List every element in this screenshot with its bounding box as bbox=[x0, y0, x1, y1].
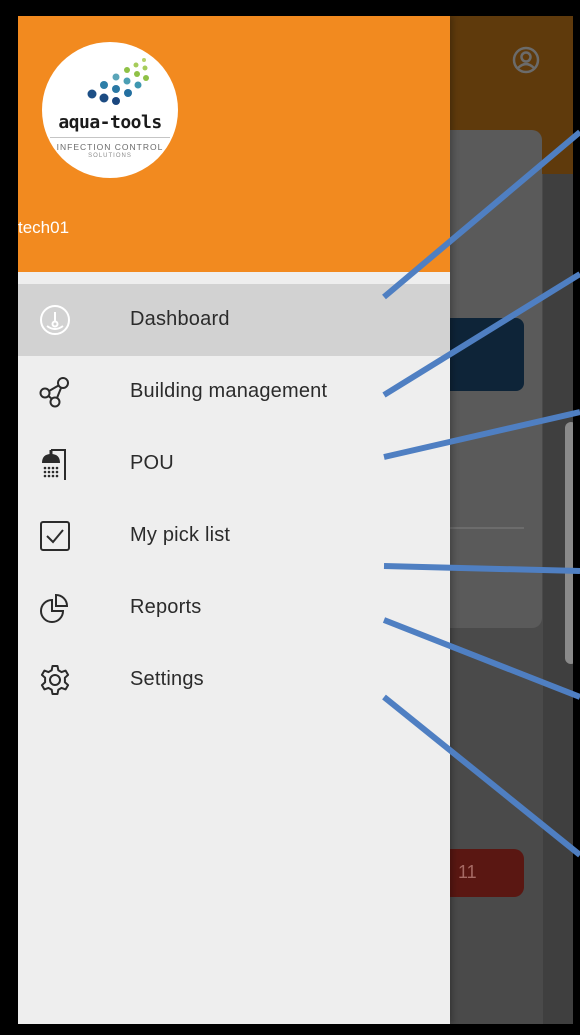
drawer-header: aqua-tools INFECTION CONTROL SOLUTIONS t… bbox=[18, 16, 450, 272]
pie-chart-icon bbox=[36, 589, 74, 627]
menu-item-my-pick-list[interactable]: My pick list bbox=[18, 500, 450, 572]
account-circle-icon[interactable] bbox=[511, 45, 541, 75]
background-side-card bbox=[565, 422, 573, 664]
background-divider bbox=[448, 527, 524, 529]
background-badge-number: 11 bbox=[458, 862, 477, 882]
menu-item-label: My pick list bbox=[130, 524, 231, 546]
dashboard-gauge-icon bbox=[36, 301, 74, 339]
background-button bbox=[438, 318, 524, 391]
logo-rule bbox=[50, 137, 170, 138]
menu-item-settings[interactable]: Settings bbox=[18, 644, 450, 716]
menu-item-dashboard[interactable]: Dashboard bbox=[18, 284, 450, 356]
network-nodes-icon bbox=[36, 373, 74, 411]
menu-item-pou[interactable]: POU bbox=[18, 428, 450, 500]
username: tech01 bbox=[18, 218, 70, 237]
menu-item-label: POU bbox=[130, 452, 174, 474]
logo-wordmark: aqua-tools bbox=[58, 112, 162, 133]
menu-item-label: Dashboard bbox=[130, 308, 230, 330]
menu-item-label: Building management bbox=[130, 380, 328, 402]
menu-item-label: Reports bbox=[130, 596, 202, 618]
menu-item-label: Settings bbox=[130, 668, 204, 690]
logo-subtagline: SOLUTIONS bbox=[88, 153, 132, 159]
aqua-tools-logo: aqua-tools INFECTION CONTROL SOLUTIONS bbox=[42, 42, 178, 178]
menu-item-reports[interactable]: Reports bbox=[18, 572, 450, 644]
logo-dots-icon bbox=[87, 58, 149, 105]
drawer-menu: Dashboard Building management POU My pic… bbox=[18, 284, 450, 716]
checkbox-icon bbox=[36, 517, 74, 555]
background-badge bbox=[438, 849, 524, 897]
navigation-drawer: aqua-tools INFECTION CONTROL SOLUTIONS t… bbox=[18, 16, 450, 1024]
menu-item-building-management[interactable]: Building management bbox=[18, 356, 450, 428]
gear-icon bbox=[36, 661, 74, 699]
phone-screen: 11 aqua-tools INFECTION CONTROL SOLUTION… bbox=[18, 16, 573, 1024]
logo-tagline: INFECTION CONTROL bbox=[56, 142, 164, 152]
shower-icon bbox=[36, 445, 74, 483]
